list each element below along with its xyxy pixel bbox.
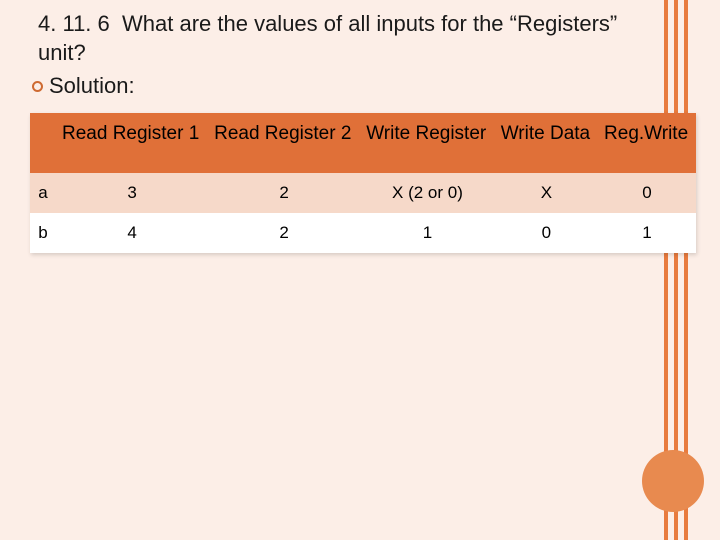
cell: 3: [56, 173, 208, 213]
slide-content: 4. 11. 6 What are the values of all inpu…: [0, 0, 720, 253]
cell: 1: [360, 213, 495, 253]
cell: 0: [598, 173, 696, 213]
table-row: b 4 2 1 0 1: [30, 213, 696, 253]
question-line1: What are the values of all inputs for th…: [122, 11, 617, 36]
question-number: 4. 11. 6: [38, 11, 110, 36]
cell: X: [495, 173, 598, 213]
cell: 2: [208, 213, 360, 253]
table-header-regwrite: Reg.Write: [598, 113, 696, 173]
registers-table: Read Register 1 Read Register 2 Write Re…: [30, 113, 696, 253]
row-label: a: [30, 173, 56, 213]
table-header-readreg2: Read Register 2: [208, 113, 360, 173]
cell: 0: [495, 213, 598, 253]
table-row: a 3 2 X (2 or 0) X 0: [30, 173, 696, 213]
solution-label: Solution:: [49, 73, 135, 99]
cell: 2: [208, 173, 360, 213]
table-header-row: Read Register 1 Read Register 2 Write Re…: [30, 113, 696, 173]
table-header-blank: [30, 113, 56, 173]
decorative-circle: [642, 450, 704, 512]
bullet-icon: [32, 81, 43, 92]
solution-heading: Solution:: [30, 73, 696, 99]
cell: 1: [598, 213, 696, 253]
table-header-writedata: Write Data: [495, 113, 598, 173]
cell: X (2 or 0): [360, 173, 495, 213]
cell: 4: [56, 213, 208, 253]
question-line2: unit?: [38, 40, 86, 65]
table-header-readreg1: Read Register 1: [56, 113, 208, 173]
question-text: 4. 11. 6 What are the values of all inpu…: [30, 10, 696, 67]
table-header-writereg: Write Register: [360, 113, 495, 173]
row-label: b: [30, 213, 56, 253]
